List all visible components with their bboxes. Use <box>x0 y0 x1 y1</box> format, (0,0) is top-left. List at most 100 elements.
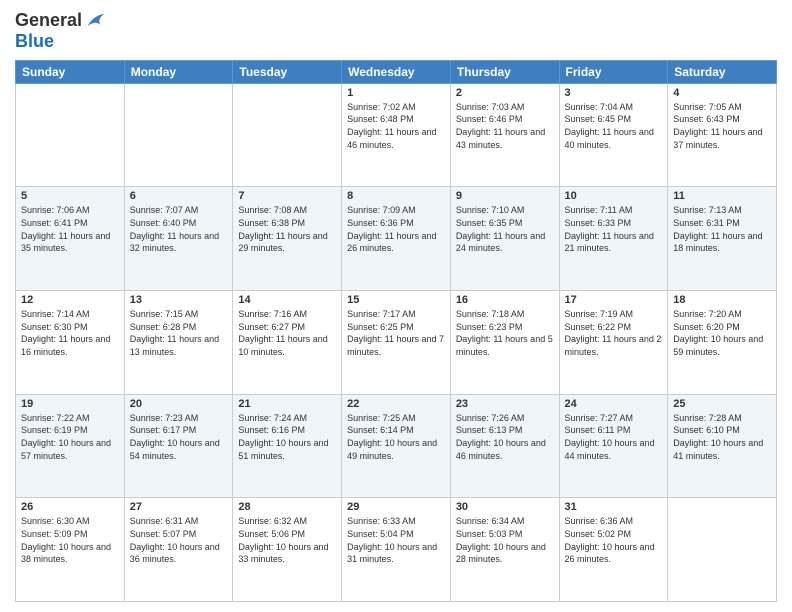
sunrise-label: Sunrise: 6:33 AM <box>347 516 416 526</box>
sunrise-label: Sunrise: 7:15 AM <box>130 309 199 319</box>
sunset-label: Sunset: 6:38 PM <box>238 218 305 228</box>
sunset-label: Sunset: 5:03 PM <box>456 529 523 539</box>
calendar-cell: 18 Sunrise: 7:20 AM Sunset: 6:20 PM Dayl… <box>668 291 777 395</box>
calendar-cell: 2 Sunrise: 7:03 AM Sunset: 6:46 PM Dayli… <box>450 83 559 187</box>
daylight-label: Daylight: 11 hours and 18 minutes. <box>673 231 762 254</box>
calendar-cell: 6 Sunrise: 7:07 AM Sunset: 6:40 PM Dayli… <box>124 187 233 291</box>
day-info: Sunrise: 7:03 AM Sunset: 6:46 PM Dayligh… <box>456 101 554 151</box>
calendar-cell: 7 Sunrise: 7:08 AM Sunset: 6:38 PM Dayli… <box>233 187 342 291</box>
calendar-cell: 21 Sunrise: 7:24 AM Sunset: 6:16 PM Dayl… <box>233 394 342 498</box>
sunset-label: Sunset: 6:11 PM <box>565 425 631 435</box>
calendar-cell: 20 Sunrise: 7:23 AM Sunset: 6:17 PM Dayl… <box>124 394 233 498</box>
daylight-label: Daylight: 10 hours and 28 minutes. <box>456 542 546 565</box>
day-number: 28 <box>238 501 336 513</box>
sunset-label: Sunset: 6:31 PM <box>673 218 740 228</box>
day-number: 16 <box>456 294 554 306</box>
day-info: Sunrise: 6:34 AM Sunset: 5:03 PM Dayligh… <box>456 515 554 565</box>
calendar-cell: 24 Sunrise: 7:27 AM Sunset: 6:11 PM Dayl… <box>559 394 668 498</box>
daylight-label: Daylight: 10 hours and 59 minutes. <box>673 334 763 357</box>
calendar-cell: 1 Sunrise: 7:02 AM Sunset: 6:48 PM Dayli… <box>342 83 451 187</box>
day-info: Sunrise: 7:08 AM Sunset: 6:38 PM Dayligh… <box>238 204 336 254</box>
sunset-label: Sunset: 5:04 PM <box>347 529 414 539</box>
daylight-label: Daylight: 10 hours and 26 minutes. <box>565 542 655 565</box>
day-info: Sunrise: 7:26 AM Sunset: 6:13 PM Dayligh… <box>456 412 554 462</box>
calendar-cell: 29 Sunrise: 6:33 AM Sunset: 5:04 PM Dayl… <box>342 498 451 602</box>
day-number: 7 <box>238 190 336 202</box>
sunset-label: Sunset: 6:27 PM <box>238 322 305 332</box>
sunset-label: Sunset: 6:13 PM <box>456 425 523 435</box>
calendar-cell <box>668 498 777 602</box>
sunrise-label: Sunrise: 7:13 AM <box>673 205 742 215</box>
day-info: Sunrise: 7:19 AM Sunset: 6:22 PM Dayligh… <box>565 308 663 358</box>
day-number: 25 <box>673 398 771 410</box>
day-info: Sunrise: 7:20 AM Sunset: 6:20 PM Dayligh… <box>673 308 771 358</box>
day-number: 18 <box>673 294 771 306</box>
calendar-cell <box>233 83 342 187</box>
sunrise-label: Sunrise: 7:25 AM <box>347 413 416 423</box>
calendar-day-header: Thursday <box>450 60 559 83</box>
sunrise-label: Sunrise: 7:22 AM <box>21 413 90 423</box>
calendar-cell: 28 Sunrise: 6:32 AM Sunset: 5:06 PM Dayl… <box>233 498 342 602</box>
sunset-label: Sunset: 6:30 PM <box>21 322 88 332</box>
sunrise-label: Sunrise: 7:03 AM <box>456 102 525 112</box>
daylight-label: Daylight: 11 hours and 35 minutes. <box>21 231 110 254</box>
day-info: Sunrise: 6:32 AM Sunset: 5:06 PM Dayligh… <box>238 515 336 565</box>
sunrise-label: Sunrise: 7:23 AM <box>130 413 199 423</box>
daylight-label: Daylight: 11 hours and 2 minutes. <box>565 334 662 357</box>
daylight-label: Daylight: 11 hours and 10 minutes. <box>238 334 327 357</box>
calendar-day-header: Friday <box>559 60 668 83</box>
calendar-cell <box>16 83 125 187</box>
daylight-label: Daylight: 11 hours and 43 minutes. <box>456 127 545 150</box>
logo-general: General <box>15 10 82 30</box>
calendar-week-row: 1 Sunrise: 7:02 AM Sunset: 6:48 PM Dayli… <box>16 83 777 187</box>
logo-bird-icon <box>84 10 106 32</box>
calendar-week-row: 5 Sunrise: 7:06 AM Sunset: 6:41 PM Dayli… <box>16 187 777 291</box>
day-number: 31 <box>565 501 663 513</box>
daylight-label: Daylight: 11 hours and 32 minutes. <box>130 231 219 254</box>
daylight-label: Daylight: 10 hours and 57 minutes. <box>21 438 111 461</box>
calendar-cell: 23 Sunrise: 7:26 AM Sunset: 6:13 PM Dayl… <box>450 394 559 498</box>
sunset-label: Sunset: 6:14 PM <box>347 425 414 435</box>
sunrise-label: Sunrise: 7:04 AM <box>565 102 634 112</box>
daylight-label: Daylight: 10 hours and 46 minutes. <box>456 438 546 461</box>
daylight-label: Daylight: 11 hours and 7 minutes. <box>347 334 444 357</box>
day-info: Sunrise: 7:07 AM Sunset: 6:40 PM Dayligh… <box>130 204 228 254</box>
daylight-label: Daylight: 10 hours and 38 minutes. <box>21 542 111 565</box>
sunrise-label: Sunrise: 7:24 AM <box>238 413 307 423</box>
day-number: 2 <box>456 87 554 99</box>
calendar-day-header: Monday <box>124 60 233 83</box>
sunset-label: Sunset: 6:46 PM <box>456 114 523 124</box>
calendar-cell: 15 Sunrise: 7:17 AM Sunset: 6:25 PM Dayl… <box>342 291 451 395</box>
day-info: Sunrise: 7:27 AM Sunset: 6:11 PM Dayligh… <box>565 412 663 462</box>
day-number: 6 <box>130 190 228 202</box>
calendar-day-header: Saturday <box>668 60 777 83</box>
sunset-label: Sunset: 5:09 PM <box>21 529 88 539</box>
day-info: Sunrise: 7:17 AM Sunset: 6:25 PM Dayligh… <box>347 308 445 358</box>
sunrise-label: Sunrise: 6:30 AM <box>21 516 90 526</box>
sunset-label: Sunset: 6:48 PM <box>347 114 414 124</box>
sunset-label: Sunset: 6:23 PM <box>456 322 523 332</box>
calendar-cell: 9 Sunrise: 7:10 AM Sunset: 6:35 PM Dayli… <box>450 187 559 291</box>
calendar-cell: 22 Sunrise: 7:25 AM Sunset: 6:14 PM Dayl… <box>342 394 451 498</box>
day-info: Sunrise: 7:22 AM Sunset: 6:19 PM Dayligh… <box>21 412 119 462</box>
calendar-cell: 13 Sunrise: 7:15 AM Sunset: 6:28 PM Dayl… <box>124 291 233 395</box>
day-number: 15 <box>347 294 445 306</box>
calendar-cell: 12 Sunrise: 7:14 AM Sunset: 6:30 PM Dayl… <box>16 291 125 395</box>
day-number: 14 <box>238 294 336 306</box>
day-number: 13 <box>130 294 228 306</box>
logo-blue-text: Blue <box>15 32 106 52</box>
daylight-label: Daylight: 10 hours and 33 minutes. <box>238 542 328 565</box>
sunrise-label: Sunrise: 7:18 AM <box>456 309 525 319</box>
sunset-label: Sunset: 6:10 PM <box>673 425 740 435</box>
sunset-label: Sunset: 5:02 PM <box>565 529 632 539</box>
sunset-label: Sunset: 6:35 PM <box>456 218 523 228</box>
day-info: Sunrise: 7:05 AM Sunset: 6:43 PM Dayligh… <box>673 101 771 151</box>
daylight-label: Daylight: 11 hours and 37 minutes. <box>673 127 762 150</box>
sunrise-label: Sunrise: 6:32 AM <box>238 516 307 526</box>
sunrise-label: Sunrise: 7:17 AM <box>347 309 416 319</box>
day-number: 10 <box>565 190 663 202</box>
day-number: 20 <box>130 398 228 410</box>
calendar-cell: 26 Sunrise: 6:30 AM Sunset: 5:09 PM Dayl… <box>16 498 125 602</box>
daylight-label: Daylight: 10 hours and 49 minutes. <box>347 438 437 461</box>
sunrise-label: Sunrise: 7:07 AM <box>130 205 199 215</box>
